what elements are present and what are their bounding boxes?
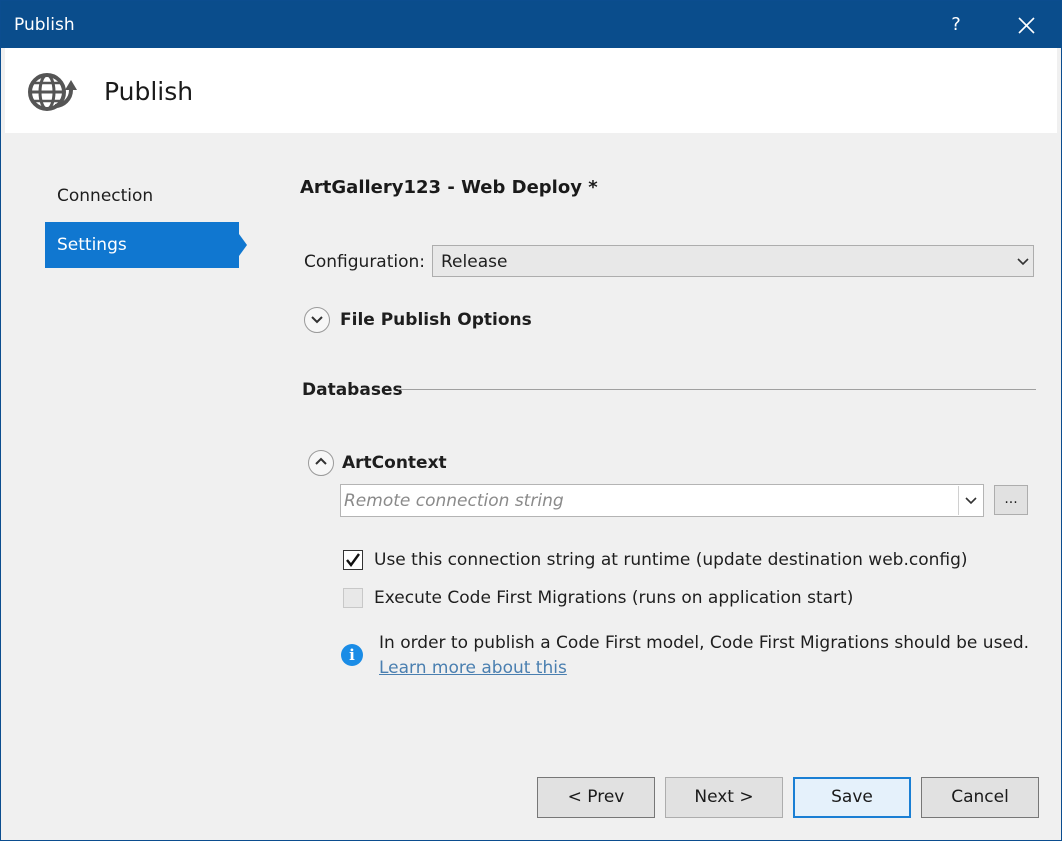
configuration-select[interactable]: Release xyxy=(432,245,1034,277)
browse-connection-button[interactable]: ... xyxy=(994,485,1028,515)
cancel-button[interactable]: Cancel xyxy=(921,777,1039,818)
artcontext-expander[interactable] xyxy=(308,450,334,476)
prev-button[interactable]: < Prev xyxy=(537,777,655,818)
window-title: Publish xyxy=(14,15,75,35)
combo-separator xyxy=(958,486,959,515)
connection-string-placeholder: Remote connection string xyxy=(344,491,564,511)
info-message: In order to publish a Code First model, … xyxy=(379,633,1030,653)
profile-title: ArtGallery123 - Web Deploy * xyxy=(300,177,598,198)
publish-dialog: Publish ? Publish Connection Settings Ar… xyxy=(0,0,1062,841)
next-button[interactable]: Next > xyxy=(665,777,783,818)
info-icon: i xyxy=(341,644,363,666)
nav-selection-pointer xyxy=(239,234,247,256)
learn-more-link[interactable]: Learn more about this xyxy=(379,658,567,678)
nav-item-settings[interactable]: Settings xyxy=(45,222,239,268)
chevron-up-icon xyxy=(315,457,327,465)
migrations-checkbox[interactable] xyxy=(343,588,363,608)
configuration-value: Release xyxy=(441,252,508,272)
checkmark-icon xyxy=(346,553,360,567)
globe-publish-icon xyxy=(28,73,77,111)
chevron-down-icon xyxy=(1017,258,1029,266)
use-runtime-label[interactable]: Use this connection string at runtime (u… xyxy=(374,550,968,570)
configuration-label: Configuration: xyxy=(304,252,426,272)
chevron-down-icon[interactable] xyxy=(964,496,978,506)
migrations-label[interactable]: Execute Code First Migrations (runs on a… xyxy=(374,588,853,608)
artcontext-label: ArtContext xyxy=(342,453,447,473)
nav-item-connection[interactable]: Connection xyxy=(45,173,239,219)
databases-heading: Databases xyxy=(302,380,403,400)
file-publish-options-expander[interactable] xyxy=(304,307,330,333)
title-bar: Publish ? xyxy=(1,1,1061,48)
save-button[interactable]: Save xyxy=(793,777,911,818)
help-button[interactable]: ? xyxy=(933,9,979,41)
databases-divider xyxy=(398,389,1036,390)
chevron-down-icon xyxy=(311,316,323,324)
connection-string-input[interactable]: Remote connection string xyxy=(340,484,984,517)
header-title: Publish xyxy=(104,77,194,106)
close-button[interactable] xyxy=(1003,9,1049,41)
file-publish-options-label[interactable]: File Publish Options xyxy=(340,310,532,330)
dialog-header: Publish xyxy=(5,48,1057,133)
use-runtime-checkbox[interactable] xyxy=(343,550,363,570)
close-icon xyxy=(1018,17,1035,34)
